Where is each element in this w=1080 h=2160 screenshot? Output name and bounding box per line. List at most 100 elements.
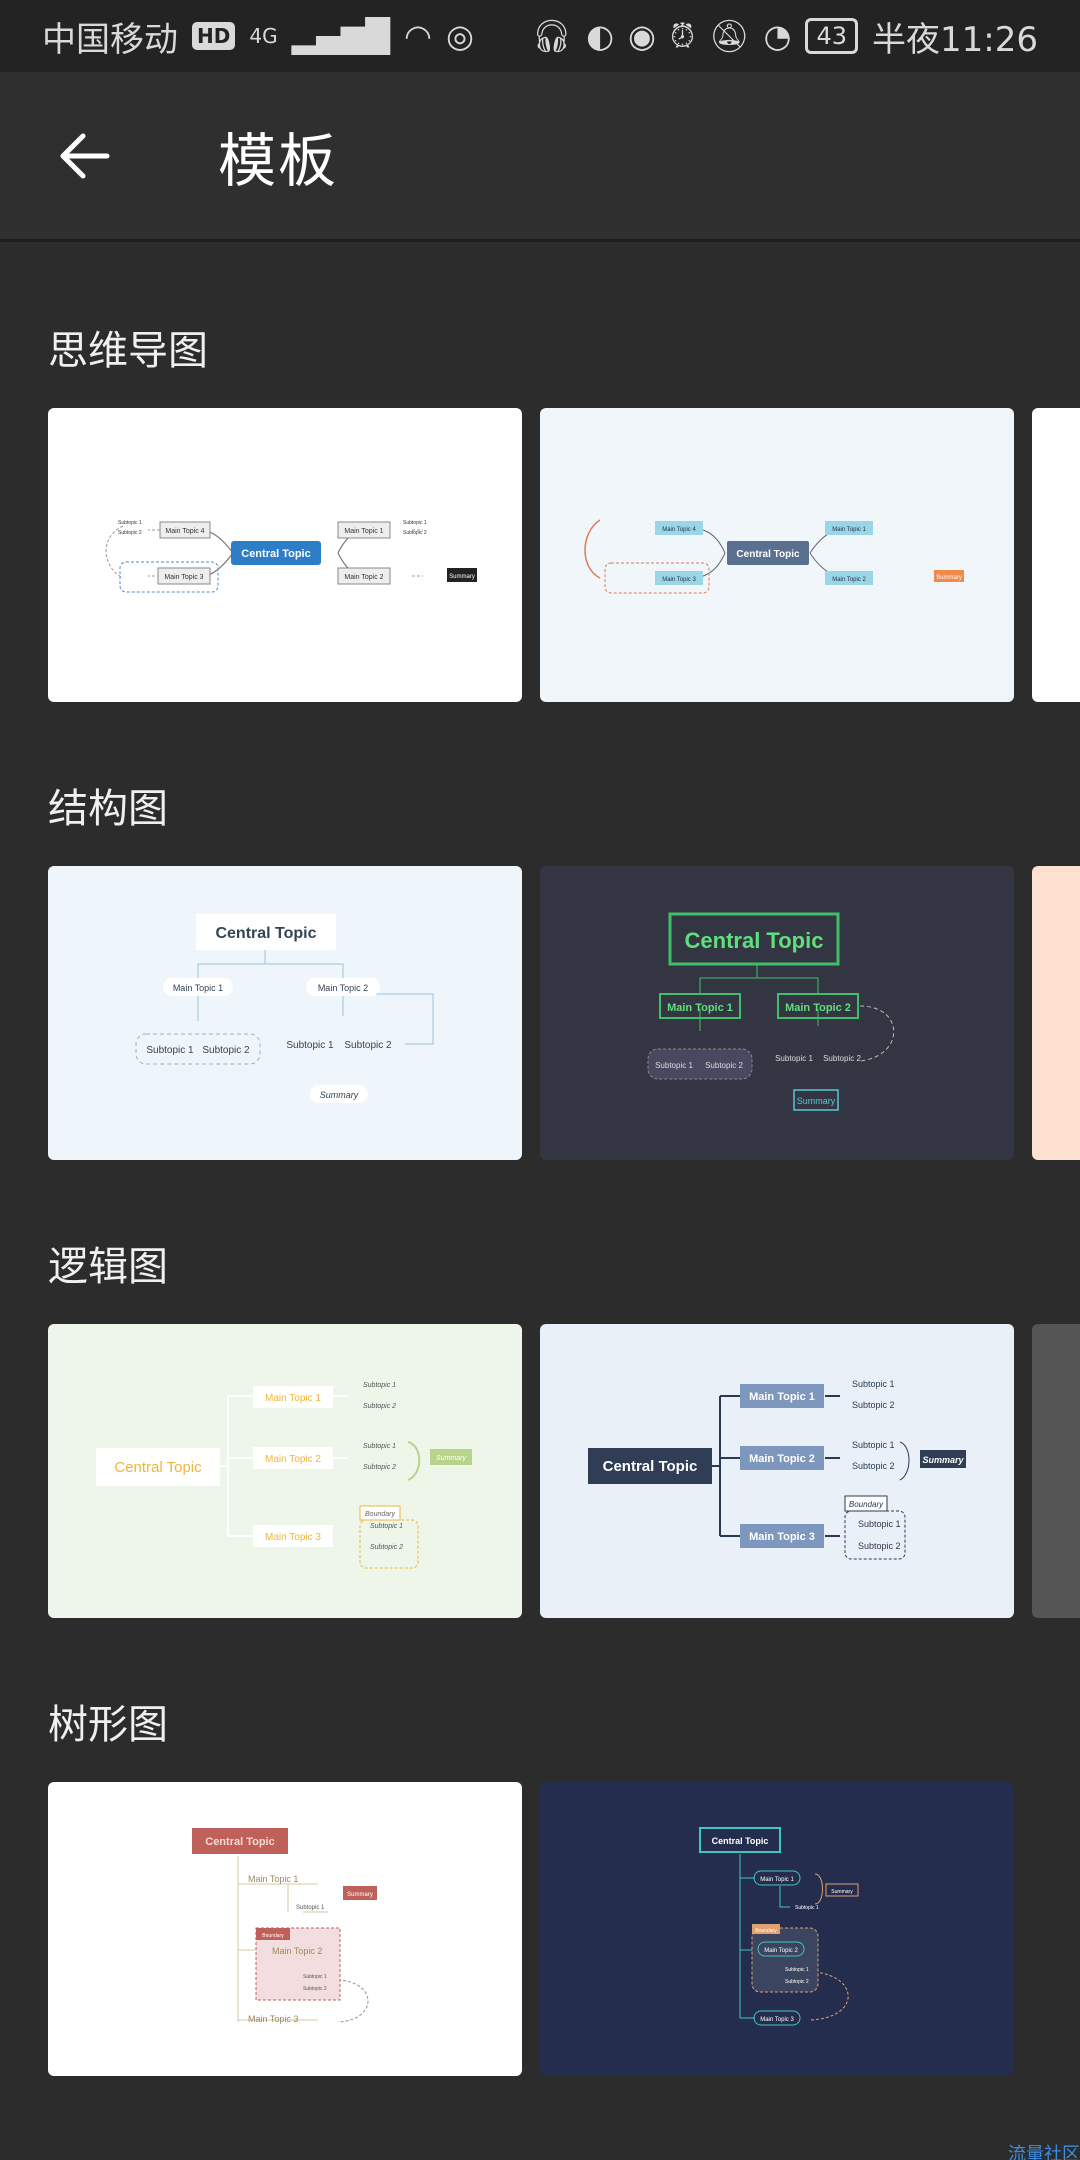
svg-text:Main Topic 1: Main Topic 1 — [248, 1874, 298, 1884]
svg-text:Summary: Summary — [797, 1096, 836, 1106]
svg-text:Main Topic 3: Main Topic 3 — [662, 577, 696, 583]
section-title-logic: 逻辑图 — [48, 1244, 168, 1290]
template-card-mindmap-3-peek[interactable] — [1032, 408, 1080, 702]
svg-text:Main Topic 1: Main Topic 1 — [173, 983, 223, 993]
svg-text:Subtopic 2: Subtopic 2 — [363, 1464, 396, 1471]
svg-text:Subtopic 1: Subtopic 1 — [146, 1045, 194, 1056]
svg-text:Subtopic 1: Subtopic 1 — [785, 1967, 809, 1973]
hd-badge: HD — [192, 22, 236, 50]
battery-icon: 43 — [805, 18, 859, 54]
svg-text:Subtopic 2: Subtopic 2 — [852, 1400, 895, 1410]
status-bar: 中国移动 HD 4G ▂▄▆█ ◠ ◎ 🎧︎ ◐ ◉ ⏰︎ 🔕︎ ◔ 43 半夜… — [0, 0, 1080, 72]
signal-icon: ▂▄▆█ — [291, 17, 391, 55]
wifi-icon: ◠ — [404, 17, 432, 55]
svg-text:Main Topic 2: Main Topic 2 — [344, 574, 383, 581]
svg-text:Main Topic 3: Main Topic 3 — [760, 2017, 794, 2023]
svg-text:Boundary: Boundary — [365, 1511, 395, 1518]
template-card-structure-2[interactable]: Central Topic Main Topic 1 Main Topic 2 … — [540, 866, 1014, 1160]
svg-text:Boundary: Boundary — [849, 1500, 884, 1509]
svg-text:Main Topic 1: Main Topic 1 — [667, 1002, 733, 1014]
svg-text:Main Topic 2: Main Topic 2 — [318, 983, 368, 993]
svg-text:Subtopic 2: Subtopic 2 — [202, 1045, 250, 1056]
template-card-tree-2[interactable]: Central Topic Main Topic 1 Subtopic 1 Su… — [540, 1782, 1014, 2076]
svg-text:Main Topic 2: Main Topic 2 — [832, 577, 866, 583]
svg-text:Main Topic 4: Main Topic 4 — [662, 527, 696, 533]
svg-text:Main Topic 3: Main Topic 3 — [265, 1532, 321, 1543]
svg-text:Summary: Summary — [347, 1892, 373, 1898]
svg-text:Main Topic 3: Main Topic 3 — [248, 2014, 298, 2024]
template-row-mindmap: Central Topic Main Topic 4 Main Topic 3 … — [48, 408, 1080, 702]
svg-text:Subtopic 1: Subtopic 1 — [852, 1440, 895, 1450]
section-title-tree: 树形图 — [48, 1702, 168, 1748]
svg-text:Main Topic 2: Main Topic 2 — [265, 1454, 321, 1465]
svg-text:Central Topic: Central Topic — [685, 928, 824, 953]
back-button[interactable] — [0, 71, 170, 241]
section-title-mindmap: 思维导图 — [48, 328, 208, 374]
svg-text:Subtopic 2: Subtopic 2 — [705, 1061, 743, 1070]
svg-text:Summary: Summary — [449, 574, 475, 580]
template-card-logic-2[interactable]: Central Topic Main Topic 1 Main Topic 2 … — [540, 1324, 1014, 1618]
data-icon: ◐ — [586, 17, 615, 55]
svg-text:Central Topic: Central Topic — [736, 549, 800, 560]
svg-text:Central Topic: Central Topic — [205, 1836, 274, 1848]
svg-text:Main Topic 3: Main Topic 3 — [749, 1531, 815, 1543]
svg-text:Subtopic 1: Subtopic 1 — [795, 1905, 819, 1911]
svg-text:Subtopic 2: Subtopic 2 — [118, 530, 142, 536]
svg-text:Central Topic: Central Topic — [603, 1458, 698, 1475]
arrow-left-icon — [60, 133, 110, 178]
svg-text:Boundary: Boundary — [755, 1928, 777, 1934]
svg-text:Summary: Summary — [320, 1090, 359, 1100]
svg-text:Subtopic 1: Subtopic 1 — [363, 1382, 396, 1389]
svg-text:Subtopic 2: Subtopic 2 — [363, 1403, 396, 1410]
headphones-icon: 🎧︎ — [531, 17, 573, 55]
svg-text:Summary: Summary — [936, 575, 962, 581]
svg-text:Boundary: Boundary — [262, 1933, 284, 1939]
svg-text:Main Topic 1: Main Topic 1 — [832, 527, 866, 533]
svg-text:Subtopic 1: Subtopic 1 — [303, 1974, 327, 1980]
template-card-mindmap-2[interactable]: Central Topic Main Topic 4 Main Topic 3 … — [540, 408, 1014, 702]
svg-text:Main Topic 3: Main Topic 3 — [164, 574, 203, 581]
template-card-structure-1[interactable]: Central Topic Main Topic 1 Main Topic 2 … — [48, 866, 522, 1160]
page-title: 模板 — [218, 126, 339, 195]
svg-text:Main Topic 2: Main Topic 2 — [749, 1453, 815, 1465]
svg-text:Main Topic 4: Main Topic 4 — [165, 528, 204, 535]
app-bar: 模板 — [0, 72, 1080, 242]
section-title-structure: 结构图 — [48, 786, 168, 832]
svg-text:Main Topic 1: Main Topic 1 — [265, 1393, 321, 1404]
svg-text:Central Topic: Central Topic — [114, 1459, 202, 1476]
footer-link[interactable]: 流量社区 — [1008, 2140, 1080, 2160]
svg-text:Subtopic 1: Subtopic 1 — [858, 1519, 901, 1529]
svg-text:Subtopic 2: Subtopic 2 — [403, 530, 427, 536]
svg-text:Summary: Summary — [831, 1889, 853, 1895]
template-row-structure: Central Topic Main Topic 1 Main Topic 2 … — [48, 866, 1080, 1160]
svg-text:Subtopic 1: Subtopic 1 — [296, 1905, 325, 1911]
svg-text:Subtopic 1: Subtopic 1 — [852, 1379, 895, 1389]
svg-text:Subtopic 2: Subtopic 2 — [303, 1986, 327, 1992]
template-card-structure-3-peek[interactable] — [1032, 866, 1080, 1160]
svg-text:Subtopic 1: Subtopic 1 — [370, 1523, 403, 1530]
network-type: 4G — [249, 24, 278, 48]
hotspot-icon: ◎ — [445, 17, 474, 55]
template-card-logic-3-peek[interactable] — [1032, 1324, 1080, 1618]
svg-text:Subtopic 2: Subtopic 2 — [370, 1544, 403, 1551]
template-card-tree-1[interactable]: Central Topic Main Topic 1 Summary Subto… — [48, 1782, 522, 2076]
svg-text:Subtopic 2: Subtopic 2 — [344, 1040, 392, 1051]
svg-text:Summary: Summary — [922, 1455, 964, 1465]
template-card-mindmap-1[interactable]: Central Topic Main Topic 4 Main Topic 3 … — [48, 408, 522, 702]
svg-text:Subtopic 2: Subtopic 2 — [785, 1979, 809, 1985]
clock: 半夜11:26 — [872, 19, 1038, 60]
svg-text:Subtopic 1: Subtopic 1 — [655, 1061, 693, 1070]
svg-text:Main Topic 1: Main Topic 1 — [749, 1391, 815, 1403]
carrier-name: 中国移动 — [42, 19, 178, 60]
svg-text:Main Topic 2: Main Topic 2 — [272, 1946, 322, 1956]
template-row-logic: Central Topic Main Topic 1 Main Topic 2 … — [48, 1324, 1080, 1618]
svg-text:Subtopic 1: Subtopic 1 — [286, 1040, 334, 1051]
svg-text:Central Topic: Central Topic — [712, 1836, 769, 1846]
svg-text:Summary: Summary — [436, 1455, 466, 1462]
eye-icon: ◉ — [628, 17, 656, 55]
svg-text:Subtopic 1: Subtopic 1 — [363, 1443, 396, 1450]
svg-text:Subtopic 2: Subtopic 2 — [852, 1461, 895, 1471]
template-row-tree: Central Topic Main Topic 1 Summary Subto… — [48, 1782, 1080, 2076]
template-card-logic-1[interactable]: Central Topic Main Topic 1 Main Topic 2 … — [48, 1324, 522, 1618]
svg-text:Main Topic 2: Main Topic 2 — [785, 1002, 851, 1014]
